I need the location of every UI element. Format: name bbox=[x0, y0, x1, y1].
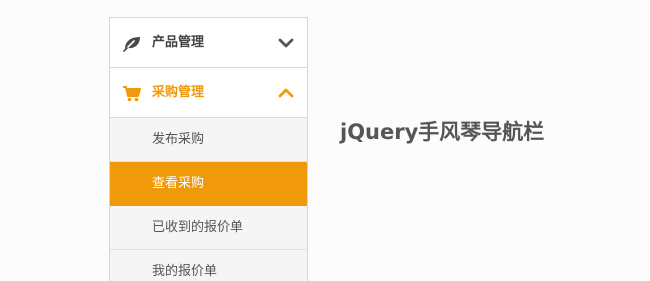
submenu-item-label: 发布采购 bbox=[152, 132, 205, 147]
cart-icon bbox=[123, 86, 141, 102]
page-title: jQuery手风琴导航栏 bbox=[340, 120, 545, 144]
submenu-purchase: 发布采购 查看采购 已收到的报价单 我的报价单 bbox=[110, 118, 307, 281]
submenu-item-label: 我的报价单 bbox=[152, 264, 218, 279]
submenu-item-received-quotes[interactable]: 已收到的报价单 bbox=[110, 206, 307, 250]
submenu-item-label: 已收到的报价单 bbox=[152, 220, 244, 235]
submenu-item-view-purchase[interactable]: 查看采购 bbox=[110, 162, 307, 206]
chevron-up-icon[interactable] bbox=[278, 85, 294, 101]
section-label: 产品管理 bbox=[152, 35, 205, 50]
section-header-purchase-management[interactable]: 采购管理 bbox=[110, 68, 307, 118]
submenu-item-publish-purchase[interactable]: 发布采购 bbox=[110, 118, 307, 162]
leaf-icon bbox=[123, 37, 140, 52]
submenu-item-label: 查看采购 bbox=[152, 176, 205, 191]
section-header-product-management[interactable]: 产品管理 bbox=[110, 18, 307, 68]
chevron-down-icon[interactable] bbox=[278, 35, 294, 51]
submenu-item-my-quotes[interactable]: 我的报价单 bbox=[110, 250, 307, 281]
section-label: 采购管理 bbox=[152, 85, 205, 100]
accordion-nav: 产品管理 采购管理 发布采购 查看采购 已收到的报价单 我的报价单 bbox=[109, 17, 308, 281]
